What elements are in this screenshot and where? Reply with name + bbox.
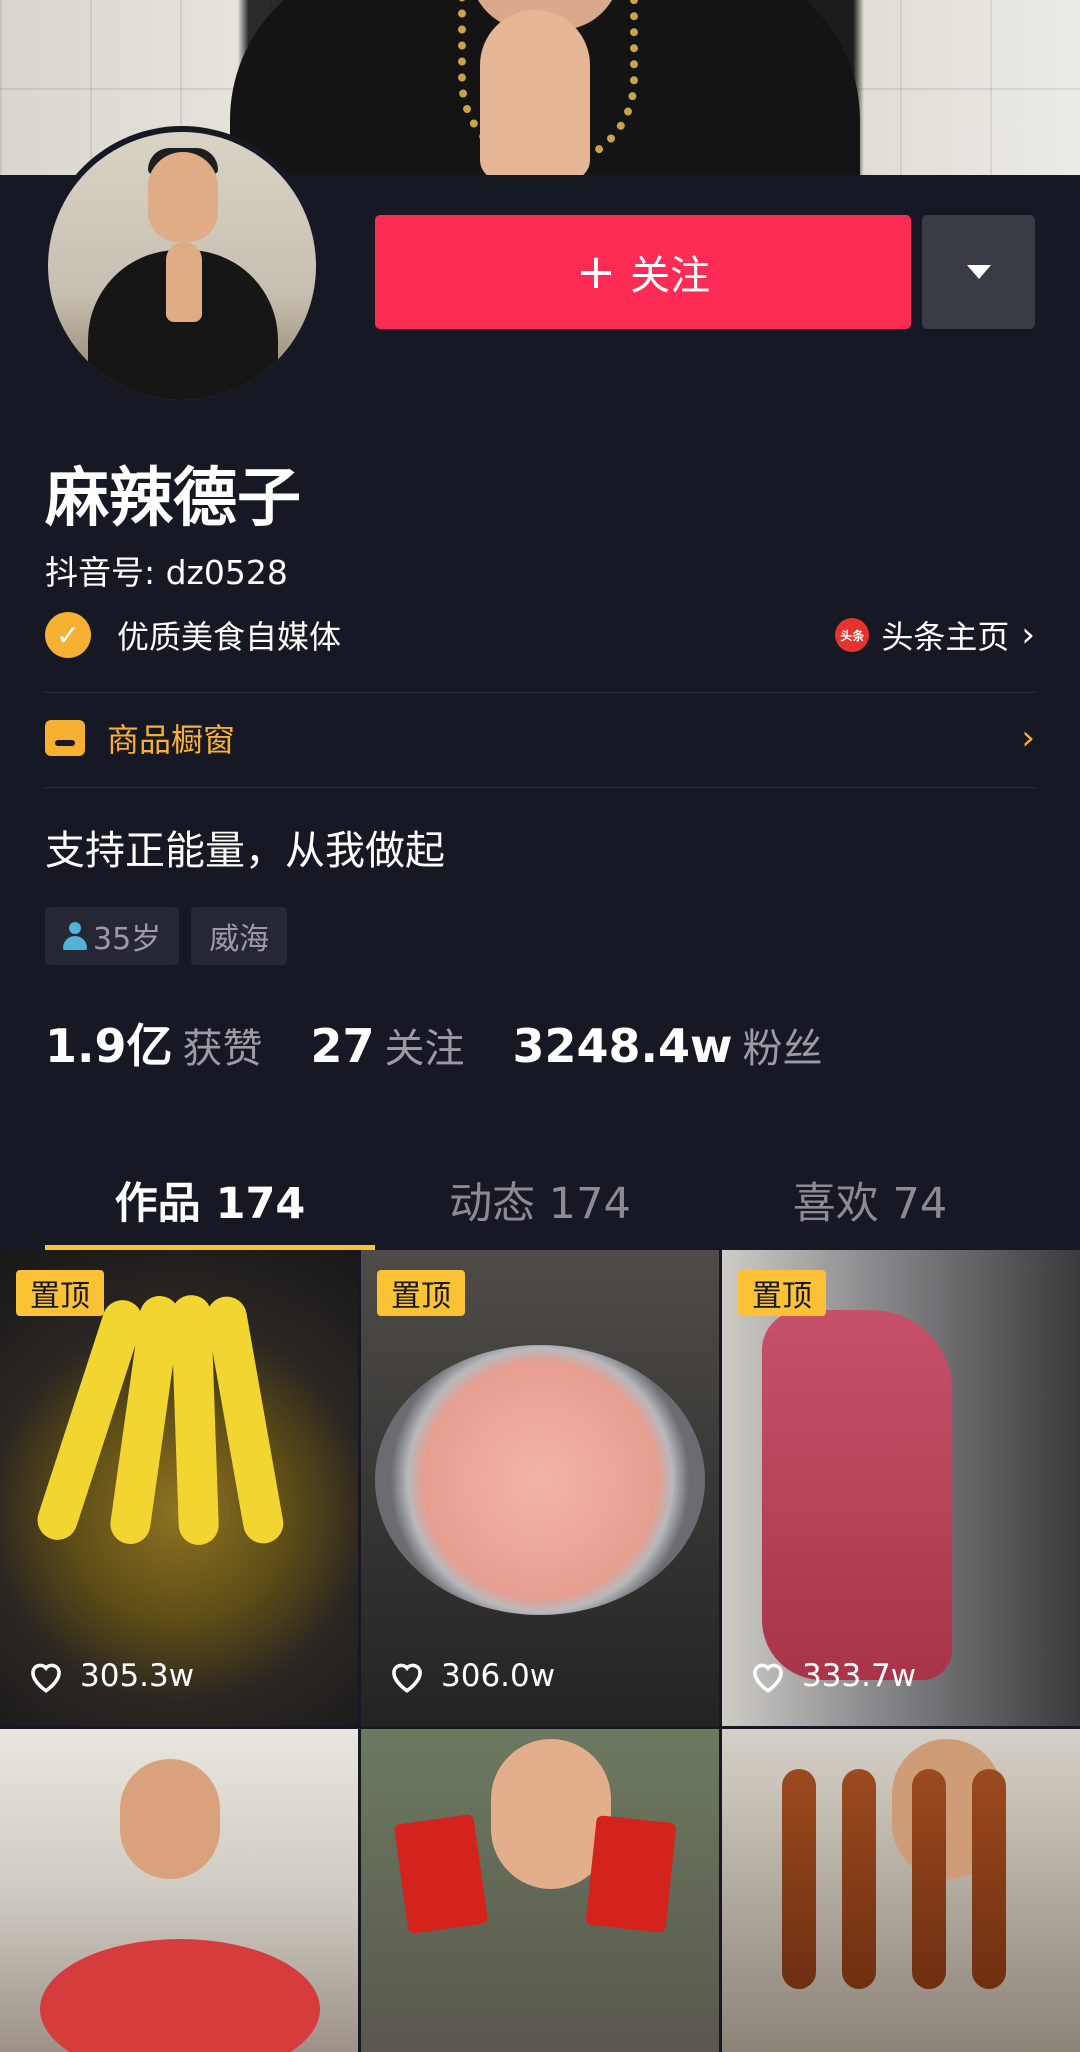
- person-icon: [63, 922, 87, 950]
- city-text: 威海: [209, 922, 270, 957]
- douyin-id: 抖音号: dz0528: [45, 553, 288, 592]
- profile-tags: 35岁 威海: [45, 907, 288, 965]
- heart-icon: [753, 1663, 783, 1693]
- fans-count[interactable]: 3248.4w: [513, 1019, 733, 1073]
- avatar[interactable]: [42, 126, 322, 406]
- nickname: 麻辣德子: [45, 462, 301, 536]
- likes-label: 获赞: [182, 1026, 263, 1072]
- video-likes: 333.7w: [748, 1658, 916, 1694]
- video-likes-count: 305.3w: [80, 1658, 195, 1694]
- video-grid: 置顶 305.3w 置顶 306.0w 置顶 333.7w: [0, 1250, 1080, 2052]
- stats-row: 1.9亿 获赞 27 关注 3248.4w 粉丝: [45, 1010, 871, 1076]
- verification-text: 优质美食自媒体: [117, 618, 342, 656]
- tab-likes[interactable]: 喜欢 74: [705, 1150, 1035, 1250]
- pinned-badge: 置顶: [16, 1270, 104, 1316]
- divider: [45, 787, 1035, 788]
- pinned-badge: 置顶: [738, 1270, 826, 1316]
- video-thumbnail[interactable]: [361, 1729, 719, 2052]
- age-tag: 35岁: [45, 907, 180, 965]
- video-thumbnail[interactable]: [0, 1729, 358, 2052]
- toutiao-label: 头条主页: [881, 618, 1010, 656]
- following-count[interactable]: 27: [311, 1019, 375, 1073]
- toutiao-icon: 头条: [835, 618, 870, 652]
- video-likes: 306.0w: [387, 1658, 555, 1694]
- heart-icon: [31, 1663, 61, 1693]
- follow-button[interactable]: + 关注: [375, 215, 911, 329]
- bio: 支持正能量，从我做起: [45, 828, 445, 874]
- video-thumbnail[interactable]: 置顶 333.7w: [722, 1250, 1080, 1726]
- video-likes: 305.3w: [26, 1658, 194, 1694]
- following-label[interactable]: 关注: [385, 1016, 465, 1074]
- likes-count: 1.9亿: [45, 1019, 173, 1073]
- city-tag: 威海: [191, 907, 288, 965]
- follow-label: 关注: [630, 253, 711, 299]
- tab-posts[interactable]: 动态 174: [375, 1150, 705, 1250]
- dropdown-triangle-icon: [966, 265, 991, 279]
- heart-icon: [392, 1663, 422, 1693]
- shop-icon: [45, 720, 85, 756]
- toutiao-homepage-link[interactable]: 头条 头条主页 ›: [835, 612, 1035, 658]
- content-tabs: 作品 174 动态 174 喜欢 74: [0, 1150, 1080, 1250]
- video-thumbnail[interactable]: 置顶 306.0w: [361, 1250, 719, 1726]
- chevron-right-icon: ›: [1021, 718, 1035, 758]
- shop-window-label: 商品橱窗: [107, 721, 236, 759]
- video-thumbnail[interactable]: 置顶 305.3w: [0, 1250, 358, 1726]
- check-badge-icon: ✓: [45, 612, 91, 658]
- verification-row: ✓ 优质美食自媒体: [45, 612, 341, 658]
- shop-window-row[interactable]: 商品橱窗 ›: [45, 715, 1035, 761]
- age-text: 35岁: [93, 922, 162, 957]
- more-options-button[interactable]: [922, 215, 1035, 329]
- profile-screen: + 关注 麻辣德子 抖音号: dz0528 ✓ 优质美食自媒体 头条 头条主页 …: [0, 0, 1080, 2052]
- plus-icon: +: [575, 244, 617, 300]
- video-likes-count: 306.0w: [441, 1658, 556, 1694]
- avatar-photo: [48, 132, 316, 400]
- divider: [45, 692, 1035, 693]
- pinned-badge: 置顶: [377, 1270, 465, 1316]
- chevron-right-icon: ›: [1021, 615, 1035, 655]
- tab-works[interactable]: 作品 174: [45, 1150, 375, 1250]
- video-thumbnail[interactable]: [722, 1729, 1080, 2052]
- fans-label[interactable]: 粉丝: [743, 1016, 823, 1074]
- video-likes-count: 333.7w: [802, 1658, 917, 1694]
